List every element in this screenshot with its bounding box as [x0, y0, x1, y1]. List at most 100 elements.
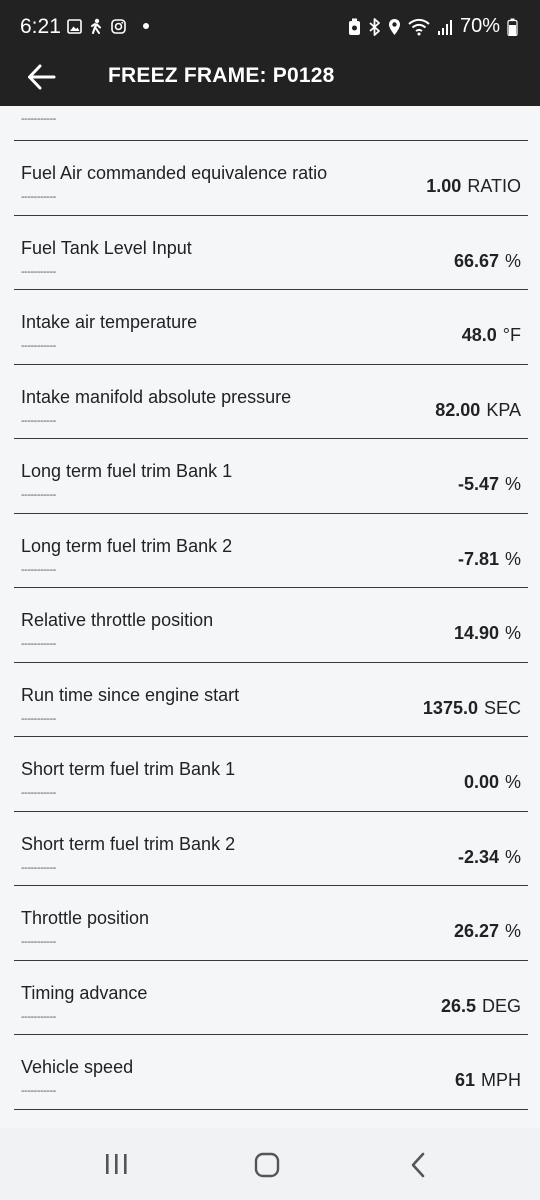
- item-subtext: -----------: [21, 1010, 56, 1023]
- recent-apps-button[interactable]: [102, 1152, 134, 1178]
- item-name: Fuel Tank Level Input: [21, 237, 192, 258]
- item-value: 82.00 KPA: [435, 400, 521, 421]
- person-hiking-icon: [91, 18, 101, 34]
- recent-apps-icon: [106, 1154, 127, 1174]
- list-item-partial: -----------: [0, 106, 540, 141]
- item-value-number: 14.90: [453, 623, 499, 643]
- item-value: -2.34%: [458, 847, 521, 868]
- item-value-number: 1375.0: [422, 697, 478, 718]
- app-bar: FREEZ FRAME: P0128: [0, 48, 540, 106]
- status-time: 6:21: [20, 15, 61, 38]
- battery-percent: 70%: [459, 15, 500, 37]
- item-value: 26.5 DEG: [441, 996, 521, 1017]
- item-subtext: -----------: [21, 191, 56, 203]
- bluetooth-icon: [369, 17, 380, 36]
- item-name: Intake air temperature: [21, 312, 198, 332]
- item-subtext: -----------: [21, 712, 56, 725]
- item-value-unit: %: [504, 548, 521, 569]
- item-value: 1.00 RATIO: [426, 176, 521, 197]
- item-name: Short term fuel trim Bank 1: [21, 759, 236, 779]
- vpn-icon: [348, 18, 360, 35]
- item-name: Relative throttle position: [21, 610, 214, 630]
- item-value-unit: DEG: [481, 995, 521, 1016]
- back-button[interactable]: [26, 62, 58, 92]
- item-value: 61 MPH: [455, 1070, 521, 1091]
- list-item[interactable]: Long term fuel trim Bank 2 ----------- -7.…: [0, 514, 540, 589]
- item-value: 14.90%: [454, 623, 521, 644]
- list-item[interactable]: Run time since engine start ----------- 13…: [0, 663, 540, 738]
- item-value-number: 1.00: [426, 176, 462, 196]
- item-value: -5.47%: [458, 474, 521, 495]
- page-title: FREEZ FRAME: P0128: [108, 64, 335, 87]
- home-button[interactable]: [252, 1152, 284, 1178]
- battery-icon: [507, 18, 518, 36]
- item-value-number: 26.27: [453, 921, 499, 941]
- item-value-number: 0.00: [463, 772, 499, 792]
- item-name: Timing advance: [21, 982, 148, 1003]
- item-value-unit: °F: [502, 325, 521, 345]
- list-item[interactable]: Long term fuel trim Bank 1 ----------- -5.…: [0, 439, 540, 514]
- item-subtext: -----------: [21, 489, 56, 501]
- item-value-number: -2.34: [457, 846, 499, 867]
- item-subtext: -----------: [21, 265, 56, 278]
- item-value-unit: KPA: [486, 399, 521, 420]
- freeze-frame-list[interactable]: ----------- Fuel Air commanded equivalen…: [0, 106, 540, 1128]
- item-value-number: -7.81: [457, 548, 499, 569]
- item-subtext: -----------: [21, 1085, 56, 1097]
- gallery-icon: [67, 18, 82, 34]
- item-value-number: -5.47: [457, 474, 499, 494]
- nav-back-button[interactable]: [403, 1152, 435, 1178]
- item-value-unit: %: [504, 772, 521, 792]
- list-item[interactable]: Intake air temperature ----------- 48.0 °F: [0, 290, 540, 365]
- item-name: Long term fuel trim Bank 1: [21, 461, 233, 481]
- item-value: 26.27%: [454, 921, 521, 942]
- item-value-unit: RATIO: [467, 176, 521, 196]
- list-item[interactable]: Fuel Air commanded equivalence ratio ----…: [0, 141, 540, 216]
- item-subtext: -----------: [21, 787, 56, 799]
- status-left-icons: [67, 18, 153, 34]
- system-nav-bar: [0, 1128, 540, 1200]
- status-right-icons: 70%: [348, 15, 518, 38]
- dot-icon: [143, 23, 149, 29]
- item-name: Long term fuel trim Bank 2: [21, 535, 233, 556]
- item-subtext: -----------: [21, 563, 56, 576]
- location-icon: [388, 18, 400, 35]
- row-divider: [14, 1108, 528, 1110]
- item-value-number: 26.5: [440, 995, 476, 1016]
- list-item[interactable]: Vehicle speed ----------- 61 MPH: [0, 1035, 540, 1110]
- list-item[interactable]: Throttle position ----------- 26.27%: [0, 886, 540, 961]
- item-subtext: -----------: [21, 861, 56, 874]
- item-name: Intake manifold absolute pressure: [21, 386, 292, 407]
- item-value-number: 61: [454, 1070, 475, 1090]
- list-item[interactable]: Relative throttle position ----------- 14.…: [0, 588, 540, 663]
- item-value-unit: %: [504, 846, 521, 867]
- home-icon: [254, 1152, 280, 1178]
- item-value: -7.81%: [458, 549, 521, 570]
- back-icon: [411, 1152, 425, 1178]
- item-name: Run time since engine start: [21, 684, 240, 705]
- instagram-icon: [111, 18, 126, 34]
- item-value: 66.67%: [454, 251, 521, 272]
- list-item[interactable]: Short term fuel trim Bank 2 ----------- -2…: [0, 812, 540, 887]
- item-value: 1375.0 SEC: [423, 698, 521, 719]
- list-item[interactable]: Timing advance ----------- 26.5 DEG: [0, 961, 540, 1036]
- item-value-number: 66.67: [453, 250, 499, 271]
- list-item[interactable]: Intake manifold absolute pressure -------…: [0, 365, 540, 440]
- list-item[interactable]: Short term fuel trim Bank 1 ----------- 0.…: [0, 737, 540, 812]
- item-name: Short term fuel trim Bank 2: [21, 833, 236, 854]
- wifi-icon: [408, 18, 430, 35]
- signal-icon: [437, 19, 452, 35]
- item-value-unit: MPH: [481, 1070, 521, 1090]
- item-name: Vehicle speed: [21, 1057, 134, 1077]
- item-value-unit: %: [504, 921, 521, 941]
- item-subtext: -----------: [21, 936, 56, 948]
- item-name: Fuel Air commanded equivalence ratio: [21, 163, 328, 183]
- item-subtext: -----------: [21, 414, 56, 427]
- item-value: 48.0 °F: [462, 325, 521, 346]
- list-item[interactable]: Fuel Tank Level Input ----------- 66.67%: [0, 216, 540, 291]
- item-value-unit: %: [504, 250, 521, 271]
- status-bar: 6:21 70%: [0, 0, 540, 48]
- item-value: 0.00%: [464, 772, 521, 793]
- item-value-unit: %: [504, 623, 521, 643]
- item-value-number: 82.00: [435, 399, 481, 420]
